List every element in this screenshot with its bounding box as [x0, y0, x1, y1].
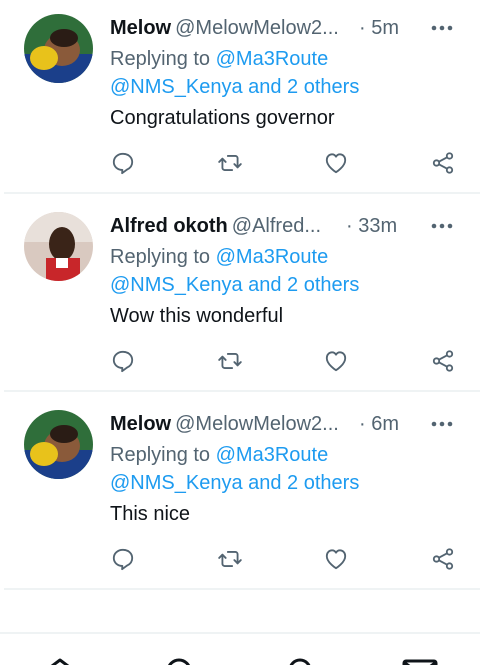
spaces-icon [289, 658, 311, 665]
nav-search[interactable] [159, 654, 199, 665]
replying-to-label: Replying to [110, 444, 211, 466]
divider [4, 390, 480, 392]
mention-link[interactable]: @Ma3Route [216, 246, 329, 268]
nav-messages[interactable] [400, 654, 440, 665]
mention-link[interactable]: @Ma3Route [216, 444, 329, 466]
share-button[interactable] [429, 545, 457, 573]
timestamp[interactable]: · 5m [359, 15, 399, 41]
nav-spaces[interactable] [280, 654, 320, 665]
heart-icon [325, 351, 347, 372]
like-button[interactable] [322, 545, 350, 573]
avatar[interactable] [24, 14, 93, 83]
tweet-3[interactable]: Melow @MelowMelow2... · 6m Replying to @M… [0, 396, 480, 594]
handle[interactable]: @Alfred... [232, 215, 321, 237]
tweet-2[interactable]: Alfred okoth @Alfred... · 33m Replying to… [0, 198, 480, 396]
search-icon [168, 658, 190, 665]
replying-to: Replying to @Ma3Route [110, 243, 328, 271]
share-icon [432, 152, 454, 174]
handle[interactable]: @MelowMelow2... [175, 17, 339, 39]
reply-icon [112, 152, 134, 175]
mention-link[interactable]: @NMS_Kenya and 2 others [110, 73, 359, 101]
nav-home[interactable] [40, 654, 80, 665]
more-icon [431, 25, 453, 31]
tweet-text: Wow this wonderful [110, 305, 284, 327]
replying-to: Replying to @Ma3Route [110, 45, 328, 73]
divider [4, 588, 480, 590]
tweet-1[interactable]: Melow @MelowMelow2... · 5m Replying to @M… [0, 0, 480, 198]
heart-icon [325, 153, 347, 174]
reply-icon [112, 548, 134, 571]
divider [4, 192, 480, 194]
reply-button[interactable] [109, 149, 137, 177]
more-button[interactable] [429, 15, 455, 41]
timestamp[interactable]: · 33m [346, 213, 397, 239]
tweet-text: Congratulations governor [110, 107, 335, 129]
replying-to: Replying to @Ma3Route [110, 441, 328, 469]
more-button[interactable] [429, 213, 455, 239]
bottom-nav [0, 634, 480, 665]
home-icon [50, 658, 70, 665]
action-bar [0, 545, 480, 573]
more-icon [431, 421, 453, 427]
like-button[interactable] [322, 347, 350, 375]
tweet-header: Alfred okoth @Alfred... · 33m [110, 213, 410, 239]
retweet-button[interactable] [216, 149, 244, 177]
more-icon [431, 223, 453, 229]
like-button[interactable] [322, 149, 350, 177]
retweet-button[interactable] [216, 347, 244, 375]
retweet-icon [218, 353, 242, 369]
reply-icon [112, 350, 134, 373]
mention-link[interactable]: @NMS_Kenya and 2 others [110, 469, 359, 497]
mention-link[interactable]: @NMS_Kenya and 2 others [110, 271, 359, 299]
heart-icon [325, 549, 347, 570]
share-icon [432, 350, 454, 372]
avatar[interactable] [24, 212, 93, 281]
mention-link[interactable]: @Ma3Route [216, 48, 329, 70]
share-button[interactable] [429, 347, 457, 375]
reply-button[interactable] [109, 347, 137, 375]
avatar[interactable] [24, 410, 93, 479]
replying-to-label: Replying to [110, 246, 211, 268]
action-bar [0, 347, 480, 375]
display-name[interactable]: Melow [110, 17, 171, 39]
retweet-icon [218, 551, 242, 567]
display-name[interactable]: Alfred okoth [110, 215, 228, 237]
share-button[interactable] [429, 149, 457, 177]
retweet-icon [218, 155, 242, 171]
tweet-text: This nice [110, 503, 191, 525]
action-bar [0, 149, 480, 177]
reply-button[interactable] [109, 545, 137, 573]
retweet-button[interactable] [216, 545, 244, 573]
tweet-header: Melow @MelowMelow2... · 5m [110, 15, 410, 41]
more-button[interactable] [429, 411, 455, 437]
replying-to-label: Replying to [110, 48, 211, 70]
display-name[interactable]: Melow [110, 413, 171, 435]
timestamp[interactable]: · 6m [359, 411, 399, 437]
messages-icon [402, 659, 438, 665]
share-icon [432, 548, 454, 570]
handle[interactable]: @MelowMelow2... [175, 413, 339, 435]
tweet-header: Melow @MelowMelow2... · 6m [110, 411, 410, 437]
